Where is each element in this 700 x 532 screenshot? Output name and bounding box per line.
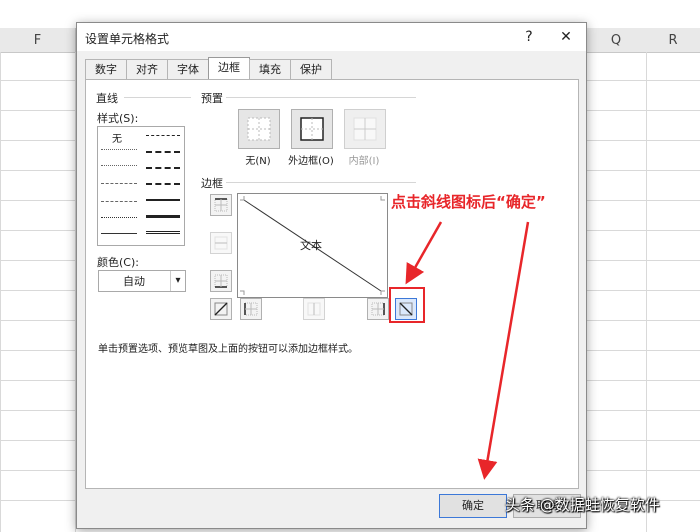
- watermark: 头条 @数据蛙恢复软件: [505, 496, 660, 514]
- arrow-to-ok-button: [477, 221, 530, 480]
- annotation-arrows: [405, 221, 530, 480]
- arrow-to-diagonal-icon: [405, 221, 443, 285]
